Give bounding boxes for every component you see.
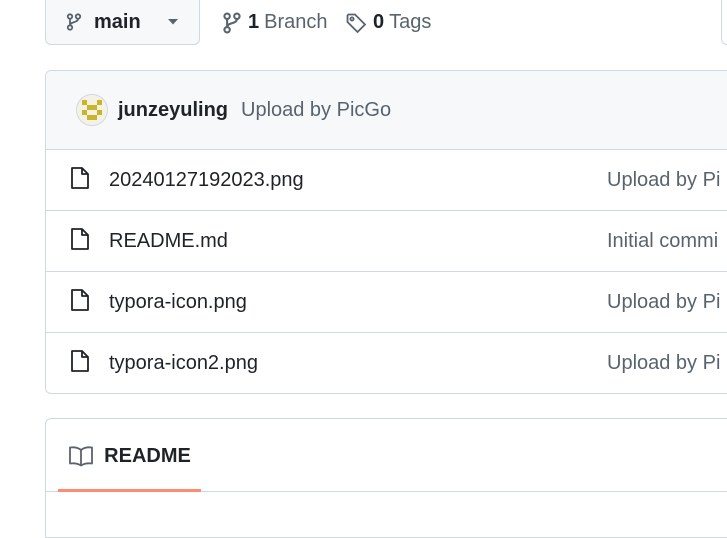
readme-header: README xyxy=(46,419,727,492)
file-icon xyxy=(70,288,90,312)
readme-tab-label: README xyxy=(104,444,191,467)
file-row[interactable]: typora-icon.png Upload by Pi xyxy=(46,272,727,333)
tag-icon xyxy=(345,12,367,34)
branches-link[interactable]: 1 Branch xyxy=(222,0,328,45)
file-commit-message-link[interactable]: Upload by Pi xyxy=(607,352,720,375)
file-name-link[interactable]: typora-icon2.png xyxy=(109,352,258,375)
latest-commit-bar: junzeyuling Upload by PicGo xyxy=(46,71,727,150)
readme-panel: README xyxy=(45,418,727,538)
avatar[interactable] xyxy=(76,94,108,126)
file-name-link[interactable]: README.md xyxy=(109,230,228,253)
file-icon xyxy=(70,227,90,251)
file-commit-message-link[interactable]: Upload by Pi xyxy=(607,169,720,192)
file-commit-message-link[interactable]: Initial commi xyxy=(607,230,718,253)
branches-label: Branch xyxy=(264,11,328,33)
file-row[interactable]: typora-icon2.png Upload by Pi xyxy=(46,333,727,393)
book-icon xyxy=(68,445,94,467)
tab-readme[interactable]: README xyxy=(58,419,201,492)
file-name-link[interactable]: typora-icon.png xyxy=(109,291,247,314)
git-branch-icon xyxy=(222,12,242,34)
file-list: junzeyuling Upload by PicGo 202401271920… xyxy=(45,70,727,394)
file-icon xyxy=(70,349,90,373)
branch-selector-button[interactable]: main xyxy=(45,0,200,45)
caret-down-icon xyxy=(167,18,179,26)
branch-name: main xyxy=(94,10,141,33)
tags-link[interactable]: 0 Tags xyxy=(345,0,431,45)
branches-count: 1 xyxy=(248,11,260,33)
tags-count: 0 xyxy=(373,11,385,33)
file-row[interactable]: README.md Initial commi xyxy=(46,211,727,272)
code-button-edge[interactable] xyxy=(721,0,727,45)
commit-message-link[interactable]: Upload by PicGo xyxy=(241,99,391,122)
git-branch-icon xyxy=(66,13,82,31)
file-name-link[interactable]: 20240127192023.png xyxy=(109,169,304,192)
file-row[interactable]: 20240127192023.png Upload by Pi xyxy=(46,150,727,211)
tags-label: Tags xyxy=(389,11,432,33)
file-icon xyxy=(70,166,90,190)
file-commit-message-link[interactable]: Upload by Pi xyxy=(607,291,720,314)
commit-author-link[interactable]: junzeyuling xyxy=(118,99,228,122)
